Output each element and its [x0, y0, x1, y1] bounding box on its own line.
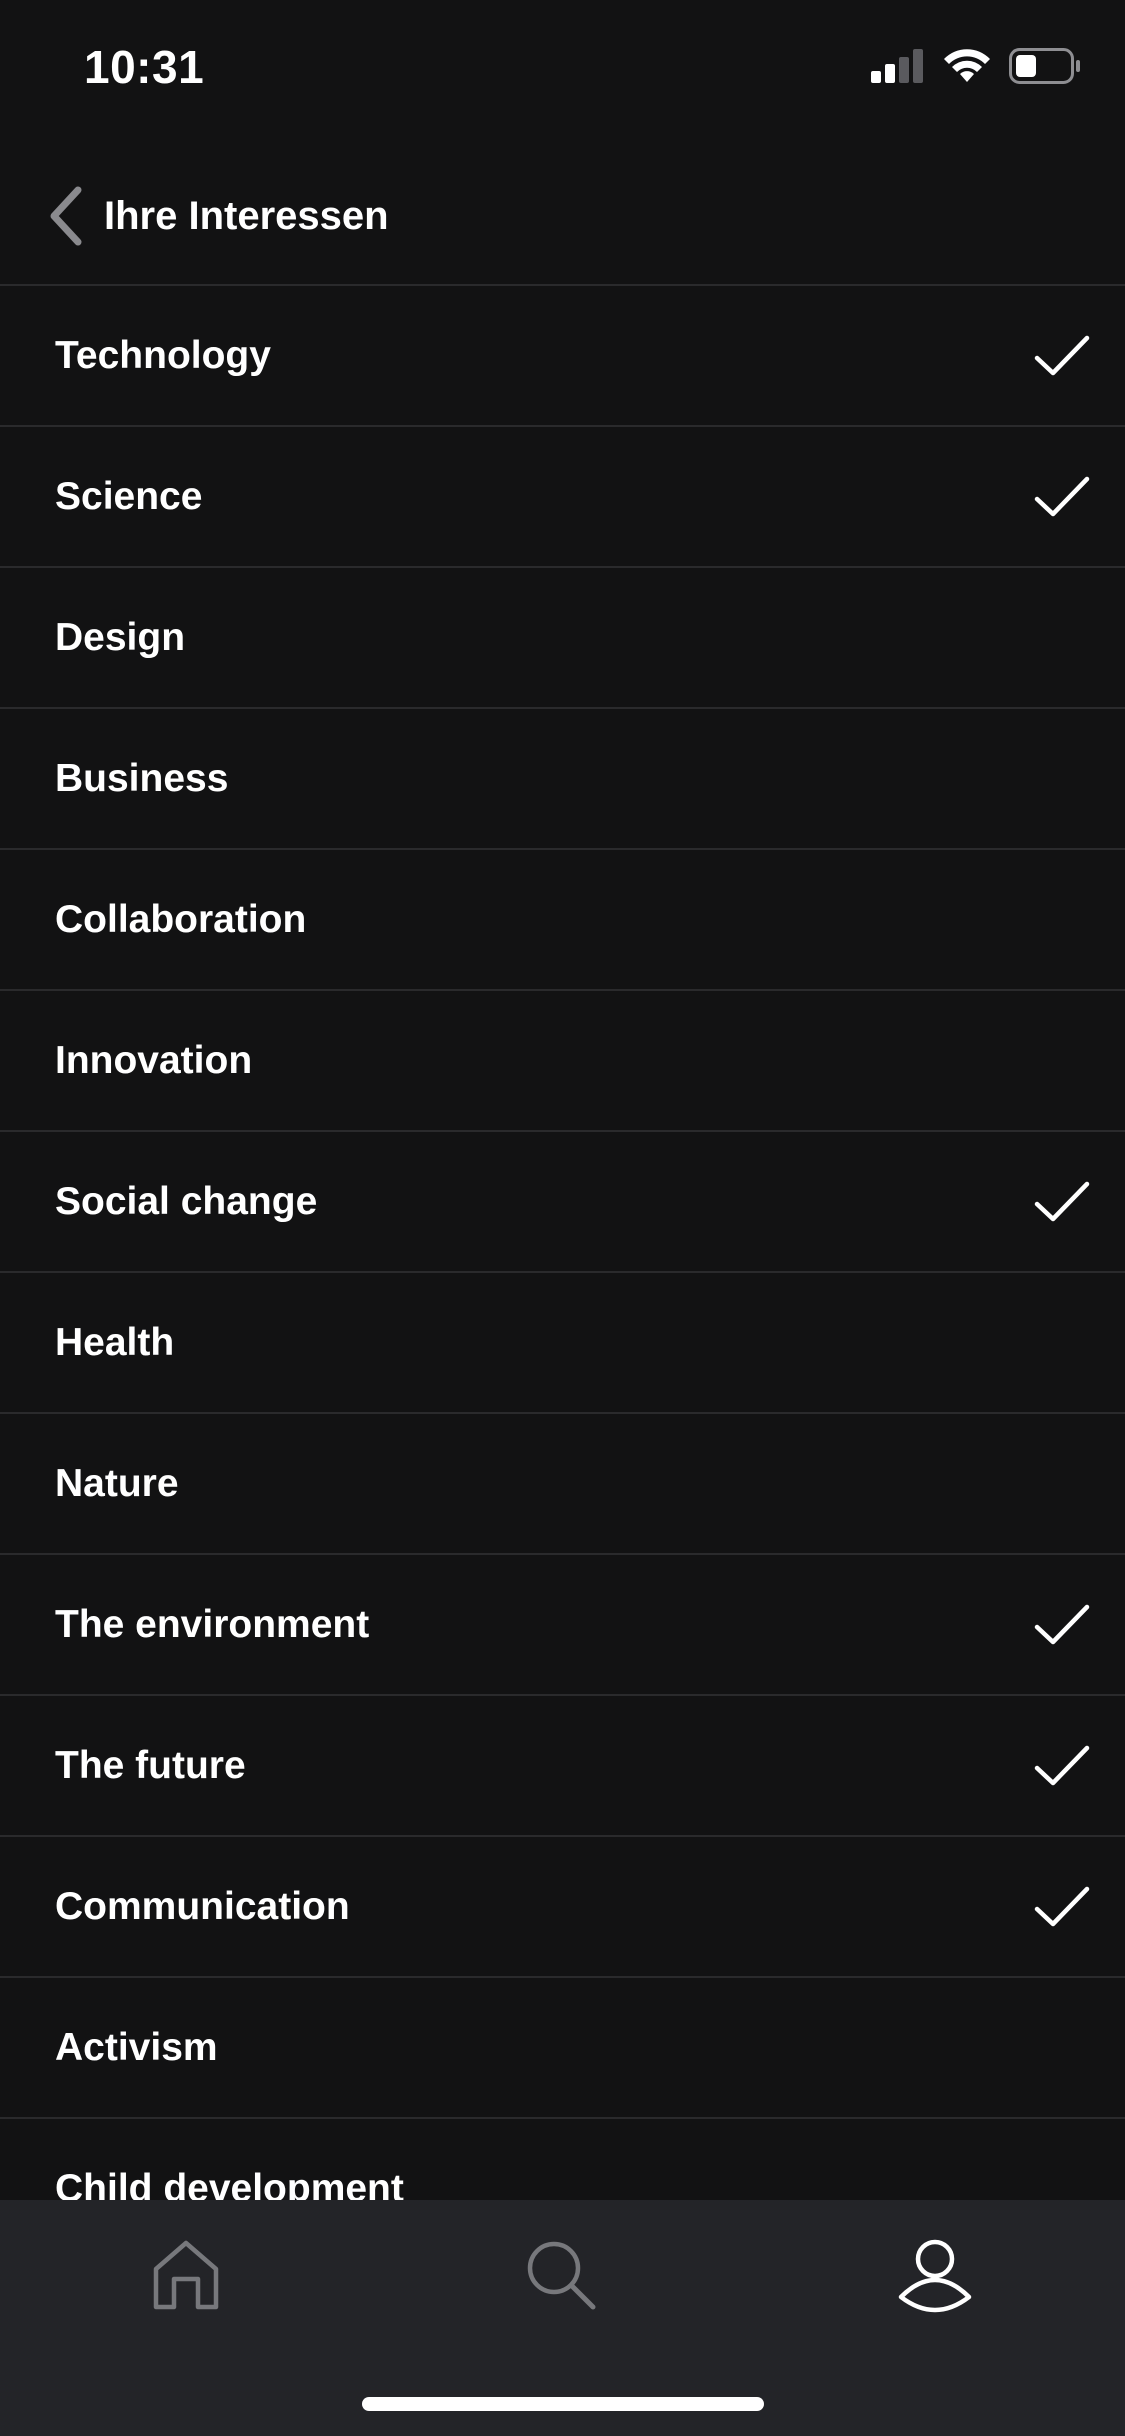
checkmark-icon [1034, 1181, 1090, 1221]
tab-profile[interactable] [890, 2230, 980, 2320]
list-item-innovation[interactable]: Innovation [0, 991, 1125, 1132]
list-item-design[interactable]: Design [0, 568, 1125, 709]
wifi-icon [944, 49, 990, 82]
interest-list: Technology Science Design Business Colla… [0, 284, 1125, 2200]
list-item-collaboration[interactable]: Collaboration [0, 850, 1125, 991]
status-bar: 10:31 [0, 0, 1125, 132]
list-item-label: Social change [55, 1179, 318, 1223]
list-item-label: Science [55, 474, 203, 518]
list-item-social-change[interactable]: Social change [0, 1132, 1125, 1273]
list-item-activism[interactable]: Activism [0, 1978, 1125, 2119]
list-item-technology[interactable]: Technology [0, 286, 1125, 427]
home-indicator [362, 2397, 764, 2411]
checkmark-icon [1034, 1886, 1090, 1926]
profile-icon [898, 2239, 972, 2313]
list-item-health[interactable]: Health [0, 1273, 1125, 1414]
list-item-label: Communication [55, 1884, 350, 1928]
list-item-label: Innovation [55, 1038, 253, 1082]
checkmark-icon [1034, 1745, 1090, 1785]
list-item-label: Nature [55, 1461, 179, 1505]
list-item-child-development[interactable]: Child development [0, 2119, 1125, 2201]
tab-home[interactable] [141, 2230, 231, 2320]
tab-search[interactable] [516, 2230, 606, 2320]
page-title: Ihre Interessen [104, 193, 389, 238]
list-item-label: Activism [55, 2025, 218, 2069]
search-icon [527, 2241, 596, 2310]
list-item-the-environment[interactable]: The environment [0, 1555, 1125, 1696]
list-item-label: Design [55, 615, 186, 659]
checkmark-icon [1034, 476, 1090, 516]
list-item-science[interactable]: Science [0, 427, 1125, 568]
cellular-signal-icon [871, 49, 923, 83]
list-item-label: Child development [55, 2166, 404, 2201]
list-item-label: Health [55, 1320, 175, 1364]
checkmark-icon [1034, 1604, 1090, 1644]
status-icons [871, 48, 1081, 84]
list-item-label: The future [55, 1743, 246, 1787]
list-item-label: Business [55, 756, 229, 800]
nav-header: Ihre Interessen [0, 150, 1125, 284]
battery-icon [1009, 48, 1080, 84]
list-item-nature[interactable]: Nature [0, 1414, 1125, 1555]
home-icon [153, 2240, 219, 2310]
back-button[interactable]: Ihre Interessen [44, 176, 389, 256]
checkmark-icon [1034, 335, 1090, 375]
list-item-label: Collaboration [55, 897, 307, 941]
list-item-label: Technology [55, 333, 271, 377]
list-item-the-future[interactable]: The future [0, 1696, 1125, 1837]
list-item-communication[interactable]: Communication [0, 1837, 1125, 1978]
list-item-business[interactable]: Business [0, 709, 1125, 850]
list-item-label: The environment [55, 1602, 370, 1646]
status-time: 10:31 [84, 41, 205, 93]
chevron-left-icon [50, 186, 82, 246]
